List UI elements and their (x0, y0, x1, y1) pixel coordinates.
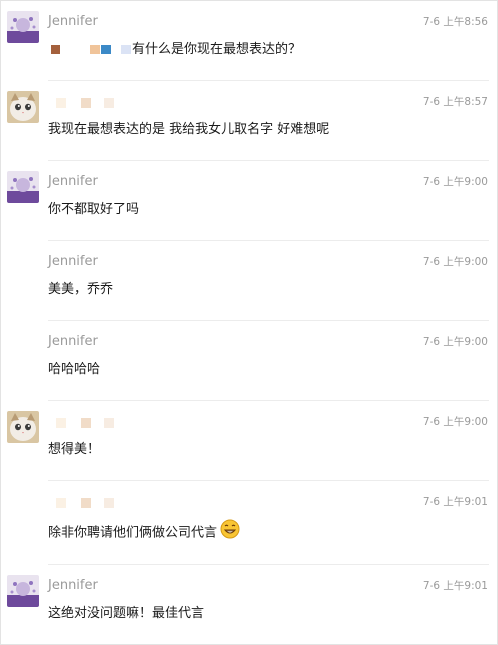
message-time: 7-6 上午8:56 (422, 16, 488, 28)
message-text: 美美，乔乔 (48, 282, 114, 297)
sender-name: Jennifer (48, 14, 98, 29)
message-text: 哈哈哈哈 (48, 362, 101, 377)
sender-name: Jennifer (48, 174, 98, 189)
message-text: 我现在最想表达的是 我给我女儿取名字 好难想呢 (48, 122, 330, 137)
sender-name: Jennifer (48, 254, 98, 269)
cat-avatar[interactable] (7, 91, 39, 123)
message-text: 想得美！ (48, 442, 101, 457)
message-time: 7-6 上午9:01 (422, 580, 488, 592)
message-time: 7-6 上午8:57 (422, 96, 488, 108)
message-text-content: 有什么是你现在最想表达的？ (132, 42, 302, 57)
grin-emoji-icon (220, 519, 240, 543)
message-text: 你不都取好了吗 (48, 202, 140, 217)
chat-message[interactable]: Jennifer 7-6 上午9:01 这绝对没问题嘛！最佳代言 (1, 565, 497, 645)
chat-message[interactable]: 7-6 上午9:00 想得美！ (1, 401, 497, 481)
chat-history-panel: Jennifer 7-6 上午8:56 有什么是你现在最想表达的？ 7-6 上午… (0, 0, 498, 645)
message-text: 除非你聘请他们俩做公司代言 (48, 519, 240, 545)
redacted-sender-name (48, 97, 138, 109)
sender-name: Jennifer (48, 578, 98, 593)
redacted-sender-name (48, 497, 138, 509)
message-text-content: 除非你聘请他们俩做公司代言 (48, 525, 218, 541)
message-time: 7-6 上午9:01 (422, 496, 488, 508)
jennifer-avatar[interactable] (7, 575, 39, 607)
message-text: 这绝对没问题嘛！最佳代言 (48, 606, 205, 621)
message-time: 7-6 上午9:00 (422, 256, 488, 268)
sender-name: Jennifer (48, 334, 98, 349)
chat-message[interactable]: 7-6 上午9:01 除非你聘请他们俩做公司代言 (1, 481, 497, 565)
message-time: 7-6 上午9:00 (422, 416, 488, 428)
cat-avatar[interactable] (7, 411, 39, 443)
jennifer-avatar[interactable] (7, 171, 39, 203)
message-time: 7-6 上午9:00 (422, 336, 488, 348)
chat-message[interactable]: Jennifer 7-6 上午9:00 美美，乔乔 (1, 241, 497, 321)
message-time: 7-6 上午9:00 (422, 176, 488, 188)
chat-message[interactable]: Jennifer 7-6 上午9:00 哈哈哈哈 (1, 321, 497, 401)
chat-message[interactable]: Jennifer 7-6 上午8:56 有什么是你现在最想表达的？ (1, 1, 497, 81)
redacted-name-block (48, 44, 132, 56)
redacted-sender-name (48, 417, 138, 429)
chat-message[interactable]: Jennifer 7-6 上午9:00 你不都取好了吗 (1, 161, 497, 241)
chat-message[interactable]: 7-6 上午8:57 我现在最想表达的是 我给我女儿取名字 好难想呢 (1, 81, 497, 161)
jennifer-avatar[interactable] (7, 11, 39, 43)
message-text: 有什么是你现在最想表达的？ (48, 38, 301, 57)
